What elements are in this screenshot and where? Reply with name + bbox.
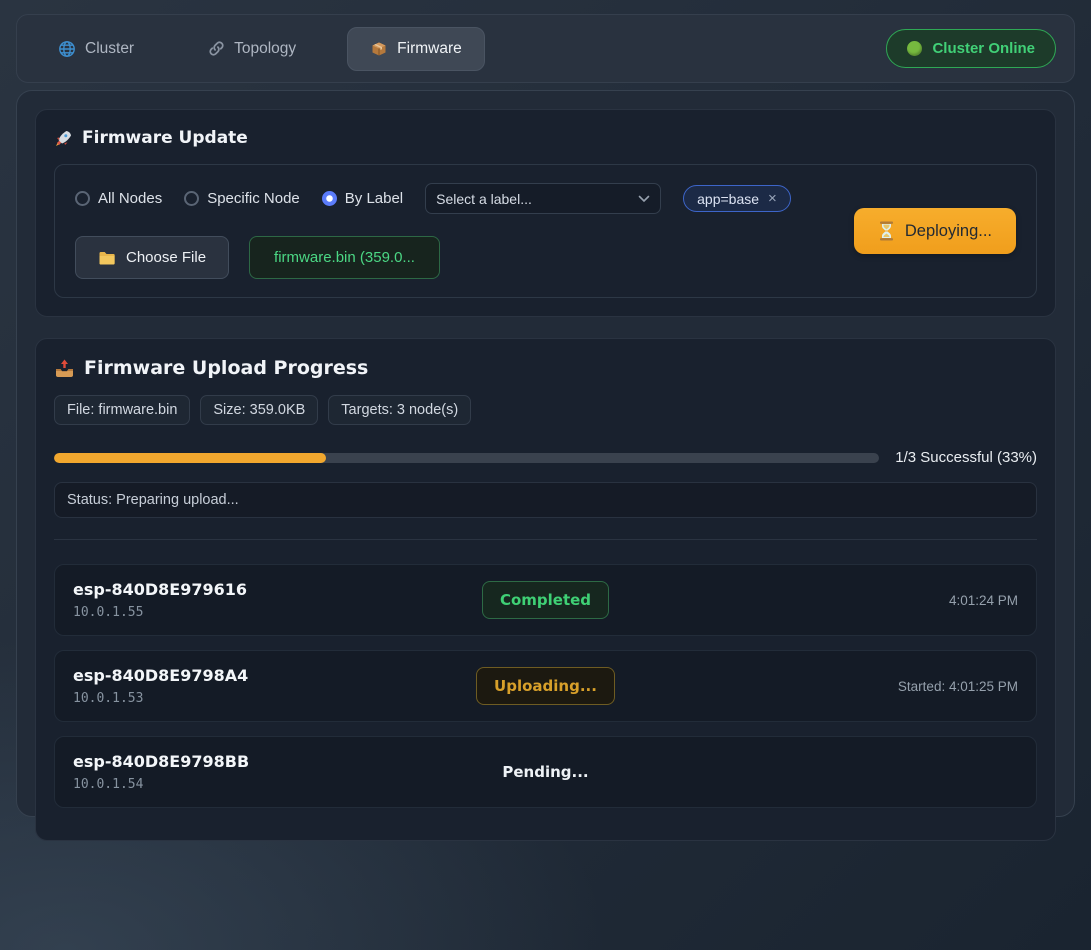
- label-chip-text: app=base: [697, 191, 759, 207]
- node-identity: esp-840D8E979616 10.0.1.55: [73, 580, 482, 620]
- radio-specific-node[interactable]: Specific Node: [184, 190, 300, 207]
- label-chip-app-base[interactable]: app=base ×: [683, 185, 791, 212]
- main-container: Firmware Update All Nodes Specific Node …: [16, 90, 1075, 817]
- node-time: Started: 4:01:25 PM: [898, 679, 1018, 694]
- radio-by-label-label: By Label: [345, 190, 403, 207]
- hourglass-icon: [878, 221, 895, 241]
- link-icon: [208, 40, 225, 57]
- node-row-1: esp-840D8E979616 10.0.1.55 Completed 4:0…: [54, 564, 1037, 636]
- globe-icon: [58, 40, 76, 58]
- node-ip: 10.0.1.54: [73, 777, 485, 792]
- selected-file-button[interactable]: firmware.bin (359.0...: [249, 236, 440, 279]
- cluster-status-badge: Cluster Online: [886, 29, 1056, 68]
- upload-info-chips: File: firmware.bin Size: 359.0KB Targets…: [54, 395, 1037, 425]
- file-info-chip: File: firmware.bin: [54, 395, 190, 425]
- node-identity: esp-840D8E9798A4 10.0.1.53: [73, 666, 476, 706]
- node-ip: 10.0.1.55: [73, 605, 482, 620]
- node-row-2: esp-840D8E9798A4 10.0.1.53 Uploading... …: [54, 650, 1037, 722]
- choose-file-label: Choose File: [126, 249, 206, 266]
- target-mode-row: All Nodes Specific Node By Label Select …: [75, 183, 791, 214]
- tab-topology-label: Topology: [234, 40, 296, 58]
- firmware-update-title-text: Firmware Update: [82, 128, 248, 148]
- tab-topology[interactable]: Topology: [185, 27, 319, 71]
- close-icon[interactable]: ×: [768, 190, 777, 207]
- upload-tray-icon: [54, 358, 75, 379]
- status-box: Status: Preparing upload...: [54, 482, 1037, 518]
- radio-specific-node-dot[interactable]: [184, 191, 199, 206]
- radio-by-label[interactable]: By Label: [322, 190, 403, 207]
- node-row-3: esp-840D8E9798BB 10.0.1.54 Pending...: [54, 736, 1037, 808]
- node-list: esp-840D8E979616 10.0.1.55 Completed 4:0…: [54, 564, 1037, 808]
- top-nav: Cluster Topology Firmware Cluster Online: [16, 14, 1075, 83]
- radio-by-label-dot[interactable]: [322, 191, 337, 206]
- progress-fill: [54, 453, 326, 463]
- upload-progress-title-text: Firmware Upload Progress: [84, 357, 368, 379]
- radio-all-nodes[interactable]: All Nodes: [75, 190, 162, 207]
- tab-firmware-label: Firmware: [397, 40, 462, 58]
- tab-firmware[interactable]: Firmware: [347, 27, 485, 71]
- node-name: esp-840D8E979616: [73, 580, 482, 599]
- deploy-button[interactable]: Deploying...: [854, 208, 1016, 254]
- targets-info-chip: Targets: 3 node(s): [328, 395, 471, 425]
- firmware-update-title: Firmware Update: [54, 128, 1037, 148]
- radio-all-nodes-label: All Nodes: [98, 190, 162, 207]
- upload-progress-title: Firmware Upload Progress: [54, 357, 1037, 379]
- green-circle-icon: [907, 41, 922, 56]
- progress-label: 1/3 Successful (33%): [895, 449, 1037, 466]
- radio-all-nodes-dot[interactable]: [75, 191, 90, 206]
- status-badge: Pending...: [485, 754, 605, 790]
- folder-icon: [98, 250, 116, 266]
- upload-progress-card: Firmware Upload Progress File: firmware.…: [35, 338, 1056, 841]
- chevron-down-icon: [638, 195, 650, 203]
- choose-file-button[interactable]: Choose File: [75, 236, 229, 279]
- label-select[interactable]: Select a label...: [425, 183, 661, 214]
- size-info-chip: Size: 359.0KB: [200, 395, 318, 425]
- status-badge: Completed: [482, 581, 609, 619]
- deploy-button-label: Deploying...: [905, 222, 992, 241]
- node-name: esp-840D8E9798BB: [73, 752, 485, 771]
- node-time: 4:01:24 PM: [949, 593, 1018, 608]
- divider: [54, 539, 1037, 540]
- radio-specific-node-label: Specific Node: [207, 190, 300, 207]
- cluster-status-label: Cluster Online: [932, 40, 1035, 57]
- node-identity: esp-840D8E9798BB 10.0.1.54: [73, 752, 485, 792]
- package-icon: [370, 40, 388, 58]
- tab-cluster-label: Cluster: [85, 40, 134, 58]
- tab-cluster[interactable]: Cluster: [35, 27, 157, 71]
- progress-bar: [54, 453, 879, 463]
- node-ip: 10.0.1.53: [73, 691, 476, 706]
- deploy-form-panel: All Nodes Specific Node By Label Select …: [54, 164, 1037, 298]
- firmware-update-card: Firmware Update All Nodes Specific Node …: [35, 109, 1056, 317]
- deploy-form-left: All Nodes Specific Node By Label Select …: [75, 183, 791, 279]
- progress-row: 1/3 Successful (33%): [54, 449, 1037, 466]
- file-button-row: Choose File firmware.bin (359.0...: [75, 236, 791, 279]
- node-name: esp-840D8E9798A4: [73, 666, 476, 685]
- rocket-icon: [54, 129, 73, 148]
- status-badge: Uploading...: [476, 667, 615, 705]
- label-select-placeholder: Select a label...: [436, 191, 532, 207]
